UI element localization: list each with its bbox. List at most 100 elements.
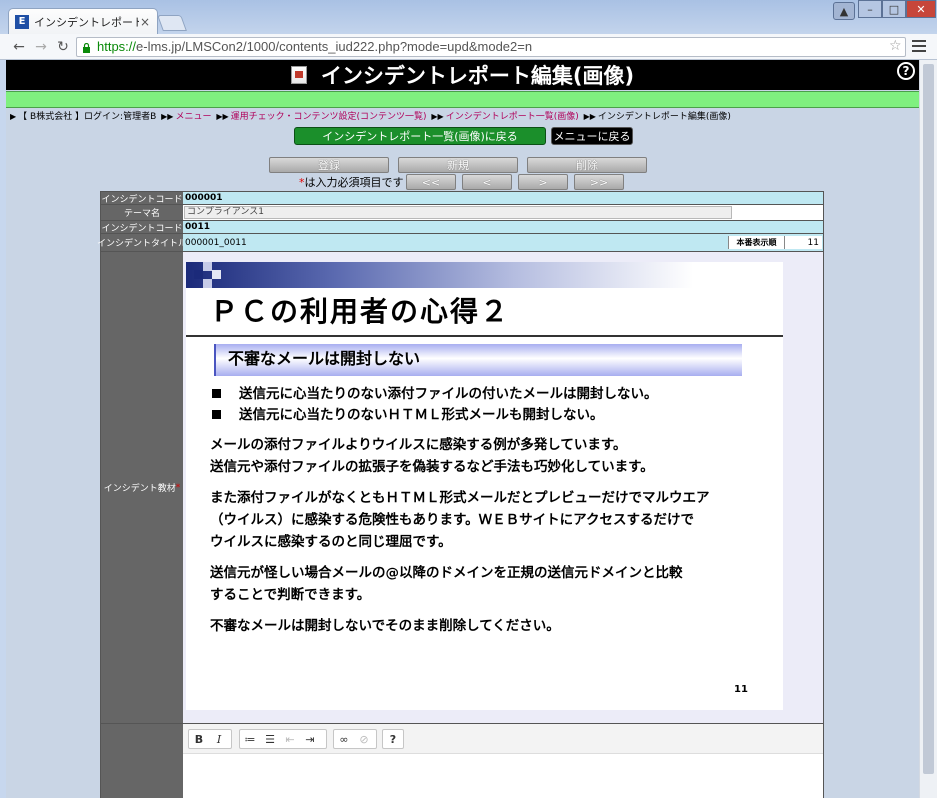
bullet-text: 送信元に心当たりのない添付ファイルの付いたメールは開封しない。 bbox=[239, 386, 658, 402]
form-row-editor: B I ≔ ☰ ⇤ ⇥ ∞ ⊘ ? bbox=[101, 724, 823, 798]
editor-label bbox=[101, 724, 183, 798]
chrome-menu-icon[interactable] bbox=[912, 40, 926, 54]
bold-button[interactable]: B bbox=[189, 730, 209, 748]
browser-tab[interactable]: E インシデントレポート編 × bbox=[8, 8, 158, 34]
form-row-incident-code: インシデントコード 000001 bbox=[101, 192, 823, 205]
user-profile-icon[interactable]: ▲ bbox=[833, 2, 855, 20]
editor-format-group: B I bbox=[188, 729, 232, 749]
slide-line: ウイルスに感染するのと同じ理屈です。 bbox=[210, 534, 452, 550]
new-tab-button[interactable] bbox=[157, 15, 187, 31]
forward-arrow-icon[interactable]: → bbox=[32, 38, 50, 56]
slide-deco-square bbox=[212, 270, 221, 279]
breadcrumb-link-menu[interactable]: メニュー bbox=[175, 112, 211, 122]
slide-paragraph-4: 不審なメールは開封しないでそのまま削除してください。 bbox=[210, 615, 560, 637]
breadcrumb-arrow-icon: ▶▶ bbox=[216, 112, 229, 121]
link-icon[interactable]: ∞ bbox=[334, 730, 354, 748]
editor-list-group: ≔ ☰ ⇤ ⇥ bbox=[239, 729, 327, 749]
page-viewport: インシデントレポート編集(画像) ? ▶ 【 B株式会社 】ログイン:管理者B ▶… bbox=[6, 60, 919, 798]
breadcrumb-link-report-list[interactable]: インシデントレポート一覧(画像) bbox=[446, 112, 579, 122]
slide-paragraph-3: 送信元が怪しい場合メールの@以降のドメインを正規の送信元ドメインと比較 すること… bbox=[210, 562, 683, 606]
incident-title-value: 000001_0011 bbox=[183, 234, 823, 251]
back-to-list-button[interactable]: インシデントレポート一覧(画像)に戻る bbox=[294, 127, 546, 145]
theme-label: テーマ名 bbox=[101, 205, 183, 220]
numbered-list-icon[interactable]: ≔ bbox=[240, 730, 260, 748]
edit-form: インシデントコード 000001 テーマ名 コンプライアンス1 インシデントコー… bbox=[97, 191, 824, 798]
display-order-value: 11 bbox=[784, 236, 822, 249]
back-arrow-icon[interactable]: ← bbox=[10, 38, 28, 56]
bookmark-star-icon[interactable]: ☆ bbox=[889, 38, 902, 54]
unlink-icon[interactable]: ⊘ bbox=[354, 730, 374, 748]
indent-icon[interactable]: ⇥ bbox=[300, 730, 320, 748]
tab-close-icon[interactable]: × bbox=[139, 15, 151, 29]
incident-code2-value: 0011 bbox=[183, 221, 823, 233]
bullet-square-icon bbox=[212, 409, 221, 419]
prev-record-button[interactable]: < bbox=[462, 174, 512, 190]
material-label-text: インシデント教材 bbox=[103, 484, 176, 494]
breadcrumb: ▶ 【 B株式会社 】ログイン:管理者B ▶▶ メニュー ▶▶ 運用チェック・コンテン… bbox=[6, 110, 919, 124]
slide-line: 送信元や添付ファイルの拡張子を偽装するなど手法も巧妙化しています。 bbox=[210, 459, 654, 475]
italic-button[interactable]: I bbox=[209, 730, 229, 748]
breadcrumb-link-content-list[interactable]: 運用チェック・コンテンツ設定(コンテンツ一覧) bbox=[231, 112, 427, 122]
tab-strip: E インシデントレポート編 × ▲ – □ ✕ bbox=[0, 0, 937, 34]
breadcrumb-user: 【 B株式会社 】ログイン:管理者B bbox=[18, 112, 157, 122]
back-to-menu-button[interactable]: メニューに戻る bbox=[551, 127, 633, 145]
breadcrumb-arrow-icon: ▶ bbox=[10, 112, 17, 121]
list-item: 送信元に心当たりのないＨＴＭＬ形式メールも開封しない。 bbox=[212, 405, 658, 426]
material-label: インシデント教材 * bbox=[101, 252, 183, 723]
new-button[interactable]: 新規 bbox=[398, 157, 518, 173]
first-record-button[interactable]: << bbox=[406, 174, 456, 190]
delete-button[interactable]: 削除 bbox=[527, 157, 647, 173]
slide-subheading: 不審なメールは開封しない bbox=[214, 344, 742, 376]
help-icon[interactable]: ? bbox=[897, 62, 915, 80]
reload-icon[interactable]: ↻ bbox=[54, 38, 72, 56]
slide-deco-square bbox=[203, 262, 212, 271]
list-item: 送信元に心当たりのない添付ファイルの付いたメールは開封しない。 bbox=[212, 384, 658, 405]
slide-paragraph-1: メールの添付ファイルよりウイルスに感染する例が多発しています。 送信元や添付ファ… bbox=[210, 434, 654, 478]
lock-icon bbox=[83, 43, 90, 53]
slide-bullet-list: 送信元に心当たりのない添付ファイルの付いたメールは開封しない。 送信元に心当たり… bbox=[212, 384, 658, 426]
minimize-button[interactable]: – bbox=[858, 0, 882, 18]
url-scheme: https:// bbox=[97, 39, 137, 54]
rich-text-editor[interactable]: B I ≔ ☰ ⇤ ⇥ ∞ ⊘ ? bbox=[183, 724, 823, 798]
breadcrumb-arrow-icon: ▶▶ bbox=[583, 112, 596, 121]
slide-deco-square bbox=[203, 279, 212, 288]
maximize-button[interactable]: □ bbox=[882, 0, 906, 18]
address-bar[interactable]: https://e-lms.jp/LMSCon2/1000/contents_i… bbox=[76, 37, 906, 57]
vertical-scrollbar[interactable] bbox=[919, 60, 937, 798]
register-button[interactable]: 登録 bbox=[269, 157, 389, 173]
slide-image: ＰＣの利用者の心得２ 不審なメールは開封しない 送信元に心当たりのない添付ファイ… bbox=[186, 262, 783, 710]
scrollbar-thumb[interactable] bbox=[923, 64, 934, 774]
slide-divider bbox=[186, 335, 783, 337]
tab-title: インシデントレポート編 bbox=[34, 15, 139, 29]
slide-paragraph-2: また添付ファイルがなくともＨＴＭＬ形式メールだとプレビューだけでマルウエア （ウ… bbox=[210, 487, 710, 553]
editor-help-button[interactable]: ? bbox=[383, 730, 403, 748]
browser-toolbar: ← → ↻ https://e-lms.jp/LMSCon2/1000/cont… bbox=[0, 34, 937, 60]
bulleted-list-icon[interactable]: ☰ bbox=[260, 730, 280, 748]
theme-field[interactable]: コンプライアンス1 bbox=[184, 206, 732, 219]
slide-line: メールの添付ファイルよりウイルスに感染する例が多発しています。 bbox=[210, 437, 627, 453]
status-bar bbox=[6, 91, 919, 108]
url-path: e-lms.jp/LMSCon2/1000/contents_iud222.ph… bbox=[136, 39, 533, 54]
document-image-icon bbox=[290, 66, 307, 84]
page-title: インシデントレポート編集(画像) bbox=[320, 64, 635, 88]
incident-title-label: インシデントタイトル bbox=[97, 234, 187, 251]
slide-line: することで判断できます。 bbox=[210, 587, 371, 603]
form-row-theme: テーマ名 コンプライアンス1 bbox=[101, 205, 823, 221]
slide-title: ＰＣの利用者の心得２ bbox=[210, 295, 511, 328]
breadcrumb-arrow-icon: ▶▶ bbox=[431, 112, 444, 121]
slide-line: （ウイルス）に感染する危険性もあります。ＷＥＢサイトにアクセスするだけで bbox=[210, 512, 694, 528]
required-note-text: は入力必須項目です bbox=[304, 176, 404, 189]
page-header: インシデントレポート編集(画像) ? bbox=[6, 60, 919, 90]
form-row-incident-code2: インシデントコード 0011 bbox=[101, 221, 823, 234]
slide-line: また添付ファイルがなくともＨＴＭＬ形式メールだとプレビューだけでマルウエア bbox=[210, 490, 710, 506]
bullet-square-icon bbox=[212, 388, 221, 398]
slide-page-number: 11 bbox=[734, 684, 748, 695]
outdent-icon[interactable]: ⇤ bbox=[280, 730, 300, 748]
required-note: *は入力必須項目です bbox=[299, 174, 404, 190]
breadcrumb-arrow-icon: ▶▶ bbox=[161, 112, 174, 121]
last-record-button[interactable]: >> bbox=[574, 174, 624, 190]
incident-code-label: インシデントコード bbox=[101, 192, 183, 205]
next-record-button[interactable]: > bbox=[518, 174, 568, 190]
close-window-button[interactable]: ✕ bbox=[906, 0, 936, 18]
breadcrumb-current: インシデントレポート編集(画像) bbox=[597, 112, 731, 122]
